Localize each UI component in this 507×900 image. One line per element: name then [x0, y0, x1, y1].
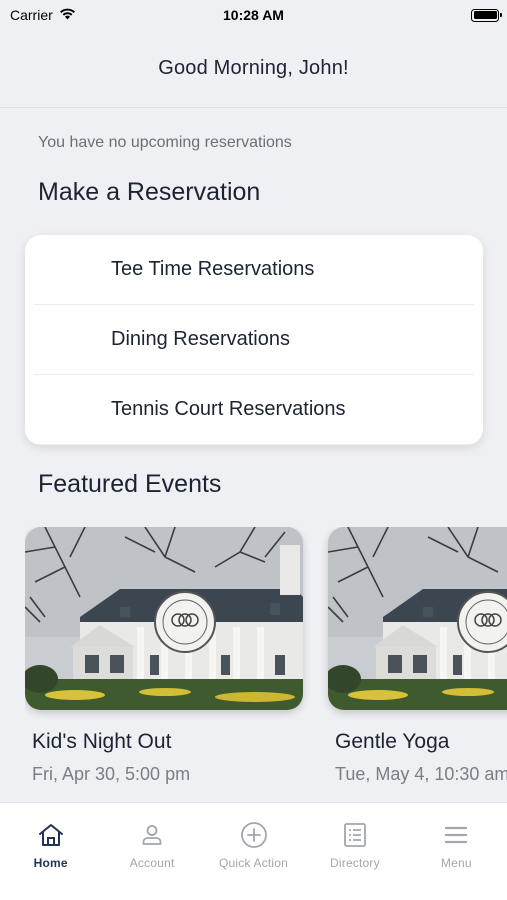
event-date: Tue, May 4, 10:30 am	[335, 764, 507, 784]
status-left: Carrier	[10, 7, 76, 23]
tab-label: Account	[129, 856, 175, 870]
event-image-clubhouse	[25, 527, 303, 710]
tab-label: Menu	[440, 856, 472, 870]
tab-account[interactable]: Account	[101, 803, 202, 900]
top-header: Good Morning, John!	[0, 30, 507, 108]
dining-reservations-item[interactable]: Dining Reservations	[34, 305, 474, 375]
featured-events-carousel[interactable]: Kid's Night Out Fri, Apr 30, 5:00 pm Gen…	[25, 527, 507, 792]
home-icon	[37, 821, 65, 849]
event-date: Fri, Apr 30, 5:00 pm	[32, 764, 191, 784]
wifi-icon	[59, 7, 76, 23]
event-title: Gentle Yoga	[335, 730, 450, 753]
tab-label: Directory	[330, 856, 380, 870]
no-reservations-text: You have no upcoming reservations	[38, 134, 292, 151]
tab-home[interactable]: Home	[0, 803, 101, 900]
event-title: Kid's Night Out	[32, 730, 172, 753]
tennis-court-reservations-item[interactable]: Tennis Court Reservations	[34, 375, 474, 445]
tab-directory[interactable]: Directory	[304, 803, 405, 900]
tab-quick-action[interactable]: Quick Action	[203, 803, 304, 900]
tee-time-reservations-item[interactable]: Tee Time Reservations	[34, 235, 474, 305]
status-time: 10:28 AM	[223, 7, 284, 23]
hamburger-icon	[442, 821, 470, 849]
tab-label: Home	[33, 856, 68, 870]
greeting-title: Good Morning, John!	[158, 57, 349, 79]
list-icon	[341, 821, 369, 849]
carrier-label: Carrier	[10, 7, 53, 23]
featured-events-heading: Featured Events	[38, 470, 222, 498]
event-card[interactable]: Kid's Night Out Fri, Apr 30, 5:00 pm	[25, 527, 303, 785]
reservation-options-card: Tee Time Reservations Dining Reservation…	[25, 235, 483, 445]
status-bar: Carrier 10:28 AM	[0, 0, 507, 30]
make-reservation-heading: Make a Reservation	[38, 178, 261, 206]
tab-menu[interactable]: Menu	[406, 803, 507, 900]
tab-label: Quick Action	[218, 856, 289, 870]
event-image-clubhouse	[328, 527, 507, 710]
plus-circle-icon	[240, 821, 268, 849]
battery-icon	[471, 8, 502, 22]
event-card[interactable]: Gentle Yoga Tue, May 4, 10:30 am	[328, 527, 507, 785]
bottom-tab-bar: Home Account Quick Action Directory Menu	[0, 802, 507, 900]
person-icon	[138, 821, 166, 849]
